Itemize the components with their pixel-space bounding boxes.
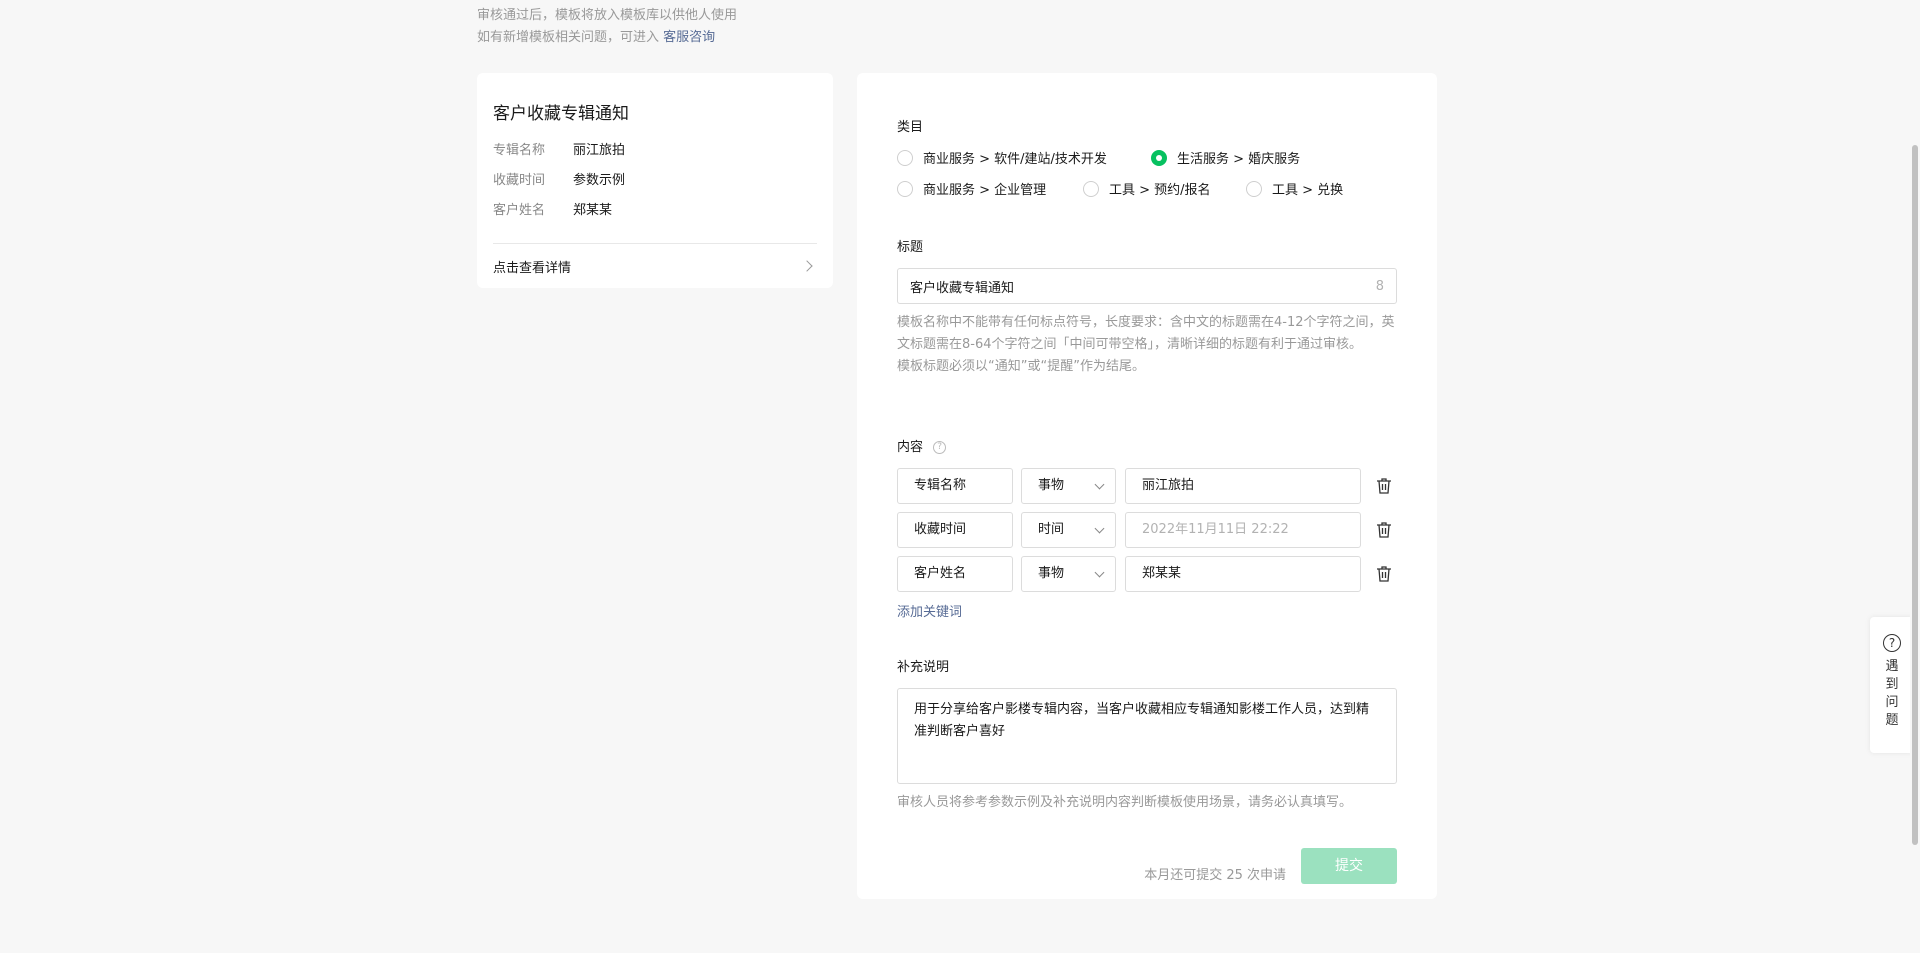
keyword-type-value: 事物 xyxy=(1038,566,1065,581)
trash-icon[interactable] xyxy=(1375,565,1393,583)
customer-service-link[interactable]: 客服咨询 xyxy=(663,30,715,45)
preview-row-key: 收藏时间 xyxy=(493,173,546,188)
note-line-2-prefix: 如有新增模板相关问题，可进入 xyxy=(477,30,660,45)
scrollbar-thumb[interactable] xyxy=(1912,145,1918,845)
category-option-software[interactable]: 商业服务 > 软件/建站/技术开发 xyxy=(897,148,1107,167)
keyword-row: 客户姓名 事物 郑某某 xyxy=(897,556,1407,592)
title-input-value: 客户收藏专辑通知 xyxy=(910,280,1015,296)
category-option-booking[interactable]: 工具 > 预约/报名 xyxy=(1083,179,1211,198)
radio-icon xyxy=(897,149,913,166)
preview-row: 专辑名称 丽江旅拍 xyxy=(493,136,817,166)
keyword-name-input[interactable]: 收藏时间 xyxy=(897,512,1013,548)
keyword-type-value: 时间 xyxy=(1038,522,1065,537)
preview-row-value: 丽江旅拍 xyxy=(573,143,626,158)
category-label: 类目 xyxy=(897,120,924,135)
title-hint-1: 模板名称中不能带有任何标点符号，长度要求：含中文的标题需在4-12个字符之间，英… xyxy=(897,315,1395,352)
category-option-label: 生活服务 > 婚庆服务 xyxy=(1177,152,1301,167)
keyword-type-select[interactable]: 事物 xyxy=(1021,468,1116,504)
category-option-exchange[interactable]: 工具 > 兑换 xyxy=(1246,179,1343,198)
content-label-text: 内容 xyxy=(897,440,924,455)
category-option-label: 商业服务 > 软件/建站/技术开发 xyxy=(923,152,1107,167)
keyword-value-input[interactable]: 2022年11月11日 22:22 xyxy=(1125,512,1361,548)
preview-row-key: 客户姓名 xyxy=(493,203,546,218)
view-detail-link[interactable]: 点击查看详情 xyxy=(493,244,817,288)
keyword-name-input[interactable]: 客户姓名 xyxy=(897,556,1013,592)
chevron-down-icon xyxy=(1094,523,1105,534)
title-hint: 模板名称中不能带有任何标点符号，长度要求：含中文的标题需在4-12个字符之间，英… xyxy=(897,312,1397,378)
keyword-type-value: 事物 xyxy=(1038,478,1065,493)
submit-button[interactable]: 提交 xyxy=(1301,848,1397,884)
description-textarea[interactable]: 用于分享给客户影楼专辑内容，当客户收藏相应专辑通知影楼工作人员，达到精准判断客户… xyxy=(897,688,1397,784)
trash-icon[interactable] xyxy=(1375,521,1393,539)
keyword-row: 专辑名称 事物 丽江旅拍 xyxy=(897,468,1407,504)
preview-row-value: 参数示例 xyxy=(573,173,626,188)
keyword-name-input[interactable]: 专辑名称 xyxy=(897,468,1013,504)
note-line-2: 如有新增模板相关问题，可进入 客服咨询 xyxy=(477,27,737,49)
preview-card: 客户收藏专辑通知 专辑名称 丽江旅拍 收藏时间 参数示例 客户姓名 郑某某 点击… xyxy=(477,73,833,288)
page-scrollbar[interactable] xyxy=(1910,0,1920,953)
chevron-right-icon xyxy=(801,260,813,272)
category-option-enterprise[interactable]: 商业服务 > 企业管理 xyxy=(897,179,1046,198)
help-float-label: 遇到问题 xyxy=(1885,659,1899,728)
keyword-row: 收藏时间 时间 2022年11月11日 22:22 xyxy=(897,512,1407,548)
submit-quota-note: 本月还可提交 25 次申请 xyxy=(1144,868,1286,883)
chevron-down-icon xyxy=(1094,567,1105,578)
radio-icon xyxy=(897,180,913,197)
question-icon: ? xyxy=(1883,634,1901,652)
content-label: 内容 ? xyxy=(897,436,947,455)
title-input[interactable]: 客户收藏专辑通知 8 xyxy=(897,268,1397,304)
radio-checked-icon xyxy=(1151,149,1167,166)
title-char-count: 8 xyxy=(1375,278,1384,294)
radio-icon xyxy=(1083,180,1099,197)
help-float-button[interactable]: ? 遇到问题 xyxy=(1870,617,1914,753)
chevron-down-icon xyxy=(1094,479,1105,490)
category-option-label: 工具 > 预约/报名 xyxy=(1109,183,1211,198)
keyword-value-input[interactable]: 郑某某 xyxy=(1125,556,1361,592)
title-hint-2: 模板标题必须以“通知”或“提醒”作为结尾。 xyxy=(897,359,1145,374)
template-form: 类目 商业服务 > 软件/建站/技术开发 生活服务 > 婚庆服务 商业服务 > … xyxy=(857,73,1437,899)
preview-row: 客户姓名 郑某某 xyxy=(493,196,817,226)
top-notes: 审核通过后，模板将放入模板库以供他人使用 如有新增模板相关问题，可进入 客服咨询 xyxy=(477,5,737,49)
help-icon[interactable]: ? xyxy=(933,441,947,454)
category-option-wedding[interactable]: 生活服务 > 婚庆服务 xyxy=(1151,148,1300,167)
title-label: 标题 xyxy=(897,240,924,255)
preview-row: 收藏时间 参数示例 xyxy=(493,166,817,196)
trash-icon[interactable] xyxy=(1375,477,1393,495)
note-line-1: 审核通过后，模板将放入模板库以供他人使用 xyxy=(477,8,738,23)
category-option-label: 工具 > 兑换 xyxy=(1272,183,1344,198)
view-detail-label: 点击查看详情 xyxy=(493,260,572,276)
preview-title: 客户收藏专辑通知 xyxy=(493,104,629,124)
preview-row-key: 专辑名称 xyxy=(493,143,546,158)
category-option-label: 商业服务 > 企业管理 xyxy=(923,183,1047,198)
radio-icon xyxy=(1246,180,1262,197)
keyword-value-input[interactable]: 丽江旅拍 xyxy=(1125,468,1361,504)
description-hint: 审核人员将参考参数示例及补充说明内容判断模板使用场景，请务必认真填写。 xyxy=(897,795,1353,810)
add-keyword-link[interactable]: 添加关键词 xyxy=(897,601,962,620)
keyword-type-select[interactable]: 时间 xyxy=(1021,512,1116,548)
description-label: 补充说明 xyxy=(897,660,950,675)
keyword-type-select[interactable]: 事物 xyxy=(1021,556,1116,592)
preview-row-value: 郑某某 xyxy=(573,203,613,218)
